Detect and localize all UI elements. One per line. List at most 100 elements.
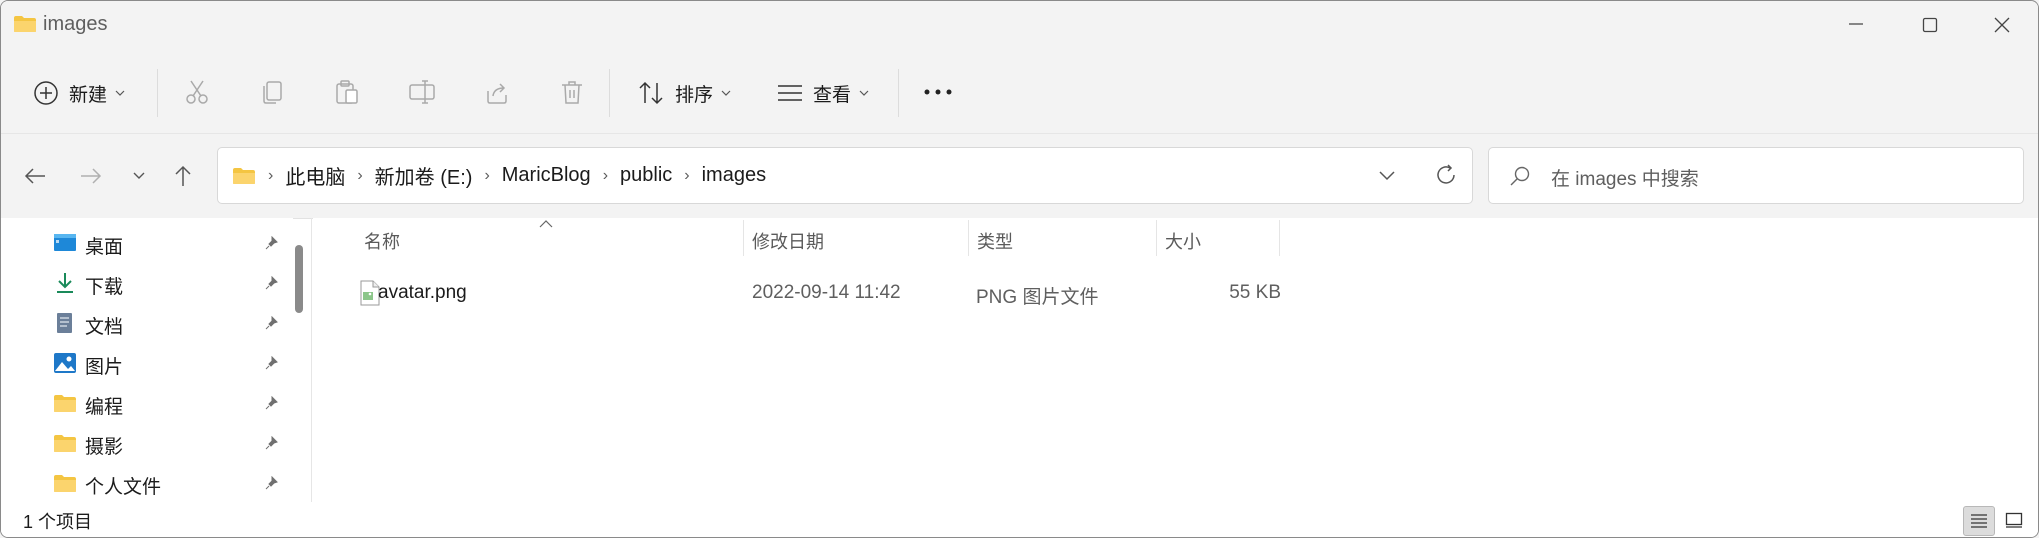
breadcrumb: › 此电脑 › 新加卷 (E:) › MaricBlog › public › … (232, 148, 766, 203)
folder-icon (54, 395, 76, 412)
maximize-button[interactable] (1892, 1, 1966, 47)
column-header-label: 名称 (364, 232, 400, 252)
forward-button[interactable] (75, 160, 107, 192)
view-label: 查看 (813, 84, 852, 106)
sidebar-scrollbar[interactable] (295, 245, 303, 313)
sidebar-item-downloads[interactable]: 下载 (1, 262, 293, 302)
new-label: 新建 (69, 84, 108, 106)
sidebar-item-label: 文档 (85, 317, 124, 338)
breadcrumb-separator[interactable]: › (684, 167, 689, 185)
sidebar-item-photography[interactable]: 摄影 (1, 422, 293, 462)
breadcrumb-this-pc[interactable]: 此电脑 (285, 161, 345, 190)
minimize-button[interactable] (1818, 1, 1892, 47)
breadcrumb-drive-e[interactable]: 新加卷 (E:) (375, 161, 473, 190)
breadcrumb-separator[interactable]: › (603, 167, 608, 185)
column-header-modified[interactable]: 修改日期 (744, 218, 968, 258)
sort-icon (639, 81, 663, 105)
pin-icon[interactable] (265, 276, 279, 290)
breadcrumb-separator[interactable]: › (268, 167, 273, 185)
copy-button[interactable] (255, 75, 289, 109)
paste-button[interactable] (330, 75, 364, 109)
column-header-size[interactable]: 大小 (1157, 218, 1279, 258)
maximize-icon (1922, 17, 1938, 33)
file-modified: 2022-09-14 11:42 (752, 282, 901, 303)
rename-icon (409, 80, 435, 104)
large-icons-view-button[interactable] (1999, 506, 2029, 534)
up-button[interactable] (167, 160, 199, 192)
file-name: avatar.png (378, 282, 467, 303)
delete-icon (562, 81, 582, 104)
cut-icon (186, 80, 208, 104)
file-type: PNG 图片文件 (976, 287, 1099, 308)
search-icon (1510, 166, 1530, 186)
column-divider[interactable] (1279, 220, 1280, 256)
sort-button[interactable]: 排序 (637, 71, 731, 115)
breadcrumb-images[interactable]: images (702, 164, 766, 187)
sidebar-item-desktop[interactable]: 桌面 (1, 222, 293, 262)
new-button[interactable]: 新建 (33, 71, 125, 115)
column-header-label: 类型 (977, 232, 1013, 252)
folder-icon (54, 435, 76, 452)
pin-icon[interactable] (265, 236, 279, 250)
chevron-down-icon (859, 90, 869, 96)
command-bar: 新建 排序 查看 (1, 49, 2038, 133)
breadcrumb-separator[interactable]: › (357, 167, 362, 185)
column-header-name[interactable]: 名称 (313, 218, 743, 258)
sidebar-item-label: 桌面 (85, 237, 124, 258)
address-dropdown-icon[interactable] (1378, 166, 1396, 184)
plus-circle-icon (34, 81, 58, 105)
delete-button[interactable] (555, 75, 589, 109)
chevron-down-icon (721, 90, 731, 96)
close-icon (1994, 17, 2010, 33)
sidebar-item-label: 下载 (85, 277, 124, 298)
close-button[interactable] (1964, 1, 2038, 47)
breadcrumb-public[interactable]: public (620, 164, 672, 187)
sidebar-item-label: 编程 (85, 397, 124, 418)
breadcrumb-separator[interactable]: › (484, 167, 489, 185)
navigation-bar: › 此电脑 › 新加卷 (E:) › MaricBlog › public › … (1, 133, 2038, 219)
search-box[interactable]: 在 images 中搜索 (1488, 147, 2024, 204)
folder-icon (54, 475, 76, 492)
sidebar-item-documents[interactable]: 文档 (1, 302, 293, 342)
sidebar-item-personal-files[interactable]: 个人文件 (1, 462, 293, 502)
toolbar-divider (157, 69, 158, 117)
column-header-type[interactable]: 类型 (969, 218, 1156, 258)
more-icon (924, 89, 952, 95)
chevron-down-icon (115, 90, 125, 96)
pin-icon[interactable] (265, 316, 279, 330)
arrow-up-icon (175, 165, 191, 186)
address-bar[interactable]: › 此电脑 › 新加卷 (E:) › MaricBlog › public › … (217, 147, 1473, 204)
sidebar-item-label: 图片 (85, 357, 124, 378)
pin-icon[interactable] (265, 396, 279, 410)
pin-icon[interactable] (265, 476, 279, 490)
status-bar: 1 个项目 (1, 502, 2038, 537)
table-row[interactable]: avatar.png 2022-09-14 11:42 PNG 图片文件 55 … (339, 274, 1579, 312)
sort-label: 排序 (675, 84, 714, 106)
more-options-button[interactable] (921, 75, 955, 109)
sidebar-item-pictures[interactable]: 图片 (1, 342, 293, 382)
recent-locations-button[interactable] (123, 160, 155, 192)
cut-button[interactable] (180, 75, 214, 109)
folder-icon (233, 167, 255, 184)
refresh-icon[interactable] (1434, 163, 1458, 187)
chevron-down-icon (133, 172, 145, 179)
back-button[interactable] (19, 160, 51, 192)
breadcrumb-maricblog[interactable]: MaricBlog (502, 164, 591, 187)
details-view-icon (1971, 514, 1987, 528)
sidebar-item-programming[interactable]: 编程 (1, 382, 293, 422)
rename-button[interactable] (405, 75, 439, 109)
details-view-button[interactable] (1963, 506, 1995, 536)
window-title: images (43, 13, 108, 35)
pin-icon[interactable] (265, 356, 279, 370)
search-input[interactable]: 在 images 中搜索 (1551, 164, 1699, 191)
share-icon (487, 83, 507, 104)
pin-icon[interactable] (265, 436, 279, 450)
share-button[interactable] (480, 75, 514, 109)
view-list-icon (778, 85, 802, 101)
pictures-icon (54, 353, 76, 373)
desktop-icon (54, 234, 76, 251)
arrow-left-icon (24, 168, 45, 184)
view-button[interactable]: 查看 (777, 71, 869, 115)
pane-divider[interactable] (311, 218, 312, 502)
folder-icon (14, 16, 36, 32)
